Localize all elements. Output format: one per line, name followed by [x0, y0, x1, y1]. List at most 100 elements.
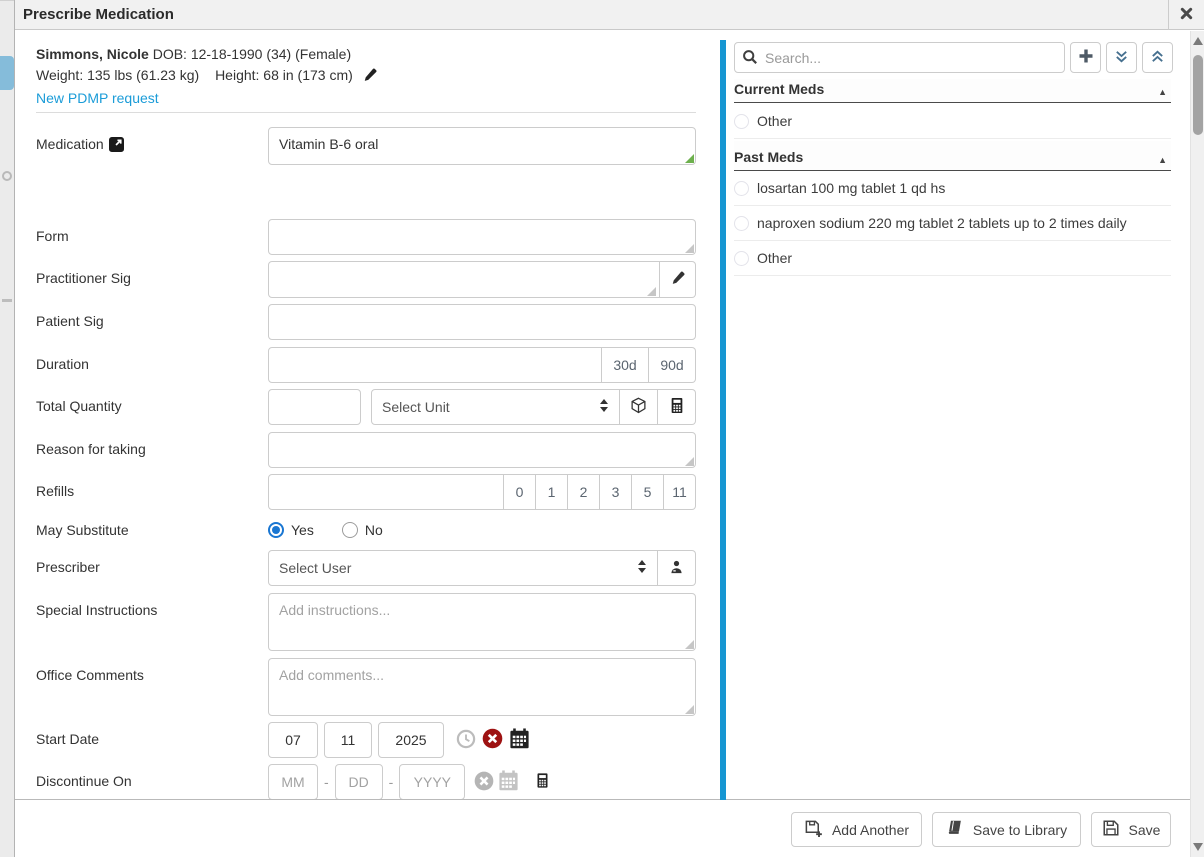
special-instructions-label: Special Instructions [36, 593, 268, 651]
form-input[interactable] [268, 219, 696, 255]
calendar-icon [509, 728, 530, 752]
collapse-all-button[interactable] [1106, 42, 1137, 73]
meds-search-input[interactable] [734, 42, 1065, 73]
clock-icon [456, 729, 476, 752]
circle-x-red-icon [482, 728, 503, 752]
start-day-input[interactable] [324, 722, 372, 758]
duration-90d-button[interactable]: 90d [649, 347, 696, 383]
circle-x-gray-icon [474, 771, 494, 794]
patient-sig-input[interactable] [268, 304, 696, 340]
substitute-no-label: No [365, 522, 383, 538]
office-comments-row: Office Comments [36, 658, 696, 716]
background-fragment [2, 171, 12, 181]
start-date-row: Start Date [36, 722, 696, 758]
patient-name: Simmons, Nicole [36, 46, 149, 62]
reason-row: Reason for taking [36, 432, 696, 468]
prescriber-select[interactable]: Select User [268, 550, 658, 586]
scroll-up-arrow[interactable] [1193, 37, 1203, 45]
edit-sig-button[interactable] [660, 261, 696, 298]
refills-3-button[interactable]: 3 [600, 474, 632, 510]
current-meds-title: Current Meds [734, 81, 824, 97]
start-date-calendar-button[interactable] [509, 728, 530, 752]
refills-5-button[interactable]: 5 [632, 474, 664, 510]
med-radio[interactable] [734, 251, 749, 266]
current-med-item-other[interactable]: Other [734, 104, 1171, 139]
reason-label: Reason for taking [36, 432, 268, 468]
start-year-input[interactable] [378, 722, 444, 758]
start-time-button[interactable] [456, 729, 476, 752]
scroll-down-arrow[interactable] [1193, 843, 1203, 851]
external-link-icon[interactable] [109, 137, 124, 155]
save-to-library-button[interactable]: Save to Library [932, 812, 1081, 847]
panel-divider [720, 40, 726, 800]
dialog-header: Prescribe Medication [15, 0, 1204, 30]
past-med-item-other[interactable]: Other [734, 241, 1171, 276]
select-arrows-icon [637, 559, 647, 577]
discontinue-year-input[interactable] [399, 764, 465, 800]
refills-row: Refills 0 1 2 3 5 11 [36, 474, 696, 510]
refills-0-button[interactable]: 0 [504, 474, 536, 510]
prescribe-medication-dialog: Prescribe Medication Simmons, Nicole DOB… [14, 0, 1204, 857]
past-meds-header[interactable]: Past Meds ▲ [734, 141, 1171, 171]
refills-label: Refills [36, 474, 268, 510]
special-instructions-row: Special Instructions [36, 593, 696, 651]
practitioner-sig-label: Practitioner Sig [36, 261, 268, 298]
scrollbar-thumb[interactable] [1193, 55, 1203, 135]
calendar-gray-icon [498, 770, 519, 794]
current-meds-header[interactable]: Current Meds ▲ [734, 79, 1171, 103]
duration-label: Duration [36, 347, 268, 383]
dispense-package-button[interactable] [620, 389, 658, 425]
search-icon [742, 49, 758, 68]
add-another-label: Add Another [832, 822, 909, 838]
add-another-button[interactable]: Add Another [791, 812, 922, 847]
med-radio[interactable] [734, 216, 749, 231]
total-quantity-input[interactable] [268, 389, 361, 425]
refills-11-button[interactable]: 11 [664, 474, 696, 510]
date-separator: - [324, 774, 329, 790]
meds-search [734, 42, 1065, 73]
med-radio[interactable] [734, 114, 749, 129]
add-med-button[interactable] [1070, 42, 1101, 73]
discontinue-month-input[interactable] [268, 764, 318, 800]
substitute-yes-radio[interactable] [268, 522, 284, 538]
collapse-caret-icon: ▲ [1158, 87, 1171, 97]
past-med-item[interactable]: naproxen sodium 220 mg tablet 2 tablets … [734, 206, 1171, 241]
start-month-input[interactable] [268, 722, 318, 758]
scrollbar[interactable] [1190, 31, 1204, 857]
office-comments-input[interactable] [268, 658, 696, 716]
past-meds-title: Past Meds [734, 149, 803, 165]
med-item-label: naproxen sodium 220 mg tablet 2 tablets … [757, 215, 1127, 231]
medication-input[interactable]: Vitamin B-6 oral [268, 127, 696, 165]
duration-input[interactable] [268, 347, 602, 383]
edit-vitals-icon[interactable] [363, 67, 377, 88]
choose-prescriber-button[interactable] [658, 550, 696, 586]
med-radio[interactable] [734, 181, 749, 196]
dialog-title: Prescribe Medication [15, 6, 1168, 23]
close-button[interactable] [1168, 0, 1204, 30]
discontinue-day-input[interactable] [335, 764, 383, 800]
clear-discontinue-date-button[interactable] [474, 771, 494, 794]
refills-input[interactable] [268, 474, 504, 510]
reason-input[interactable] [268, 432, 696, 468]
save-button[interactable]: Save [1091, 812, 1171, 847]
substitute-no-radio[interactable] [342, 522, 358, 538]
practitioner-sig-input[interactable] [268, 261, 660, 298]
duration-30d-button[interactable]: 30d [602, 347, 649, 383]
unit-select[interactable]: Select Unit [371, 389, 620, 425]
total-quantity-row: Total Quantity Select Unit [36, 389, 696, 425]
quantity-calculator-button[interactable] [658, 389, 696, 425]
save-label: Save [1129, 822, 1161, 838]
doctor-icon [669, 559, 684, 578]
refills-2-button[interactable]: 2 [568, 474, 600, 510]
expand-all-button[interactable] [1142, 42, 1173, 73]
clear-start-date-button[interactable] [482, 728, 503, 752]
medication-row: Medication Vitamin B-6 oral [36, 127, 696, 165]
duration-calculator-button[interactable] [535, 772, 550, 792]
may-substitute-label: May Substitute [36, 520, 268, 538]
pdmp-request-link[interactable]: New PDMP request [36, 90, 159, 106]
special-instructions-input[interactable] [268, 593, 696, 651]
past-med-item[interactable]: losartan 100 mg tablet 1 qd hs [734, 171, 1171, 206]
refills-1-button[interactable]: 1 [536, 474, 568, 510]
may-substitute-row: May Substitute Yes No [36, 520, 696, 538]
discontinue-calendar-button[interactable] [498, 770, 519, 794]
